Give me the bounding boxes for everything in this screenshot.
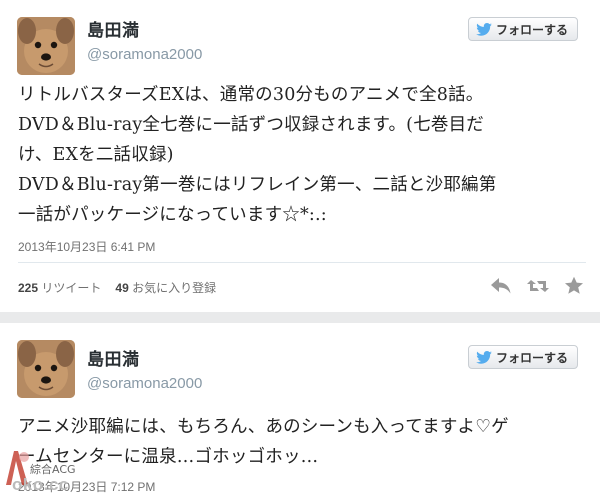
- twitter-bird-icon: [476, 350, 492, 364]
- tweet-text-line: アニメ沙耶編には、もちろん、あのシーンも入ってますよ♡ゲ: [18, 417, 509, 437]
- tweet-text-line: DVD＆Blu-ray第一巻にはリフレイン第一、二話と沙耶編第: [18, 175, 497, 195]
- favorite-label: お気に入り登録: [132, 281, 217, 295]
- follow-label: フォローする: [495, 350, 568, 365]
- reply-icon[interactable]: [490, 277, 512, 295]
- user-handle[interactable]: @soramona2000: [87, 46, 202, 63]
- user-handle[interactable]: @soramona2000: [87, 375, 202, 392]
- tweet-text-line: リトルバスターズEXは、通常の30分ものアニメで全8話。: [18, 85, 484, 105]
- watermark-domain: oko.cc: [12, 475, 69, 494]
- favorite-count: 49: [115, 281, 129, 295]
- avatar[interactable]: [17, 340, 75, 398]
- divider: [18, 262, 586, 263]
- twitter-bird-icon: [476, 22, 492, 36]
- user-name[interactable]: 島田満: [87, 16, 140, 41]
- tweet-card: 島田満 @soramona2000 フォローする リトルバスターズEXは、通常の…: [0, 0, 600, 312]
- tweet-text-line: け、EXを二話収録): [18, 145, 174, 165]
- watermark: 綜合ACG oko.cc: [0, 445, 110, 495]
- follow-button[interactable]: フォローする: [467, 17, 578, 41]
- retweet-label: リツイート: [41, 281, 102, 295]
- follow-label: フォローする: [495, 22, 568, 37]
- tweet-actions: [490, 276, 584, 295]
- retweet-icon[interactable]: [526, 277, 550, 295]
- favorite-icon[interactable]: [564, 276, 584, 295]
- tweet-text: リトルバスターズEXは、通常の30分ものアニメで全8話。 DVD＆Blu-ray…: [18, 80, 588, 230]
- follow-button[interactable]: フォローする: [467, 345, 578, 369]
- retweet-stat[interactable]: 225 リツイート: [18, 279, 101, 296]
- tweet-text-line: DVD＆Blu-ray全七巻に一話ずつ収録されます。(七巻目だ: [18, 115, 484, 135]
- favorite-stat[interactable]: 49 お気に入り登録: [115, 279, 216, 296]
- tweet-stats: 225 リツイート 49 お気に入り登録: [18, 279, 216, 296]
- user-name[interactable]: 島田満: [87, 345, 140, 370]
- tweet-text-line: 一話がパッケージになっています☆*:.:: [18, 205, 327, 225]
- avatar[interactable]: [17, 17, 75, 75]
- retweet-count: 225: [18, 281, 39, 295]
- tweet-timestamp[interactable]: 2013年10月23日 6:41 PM: [18, 238, 155, 255]
